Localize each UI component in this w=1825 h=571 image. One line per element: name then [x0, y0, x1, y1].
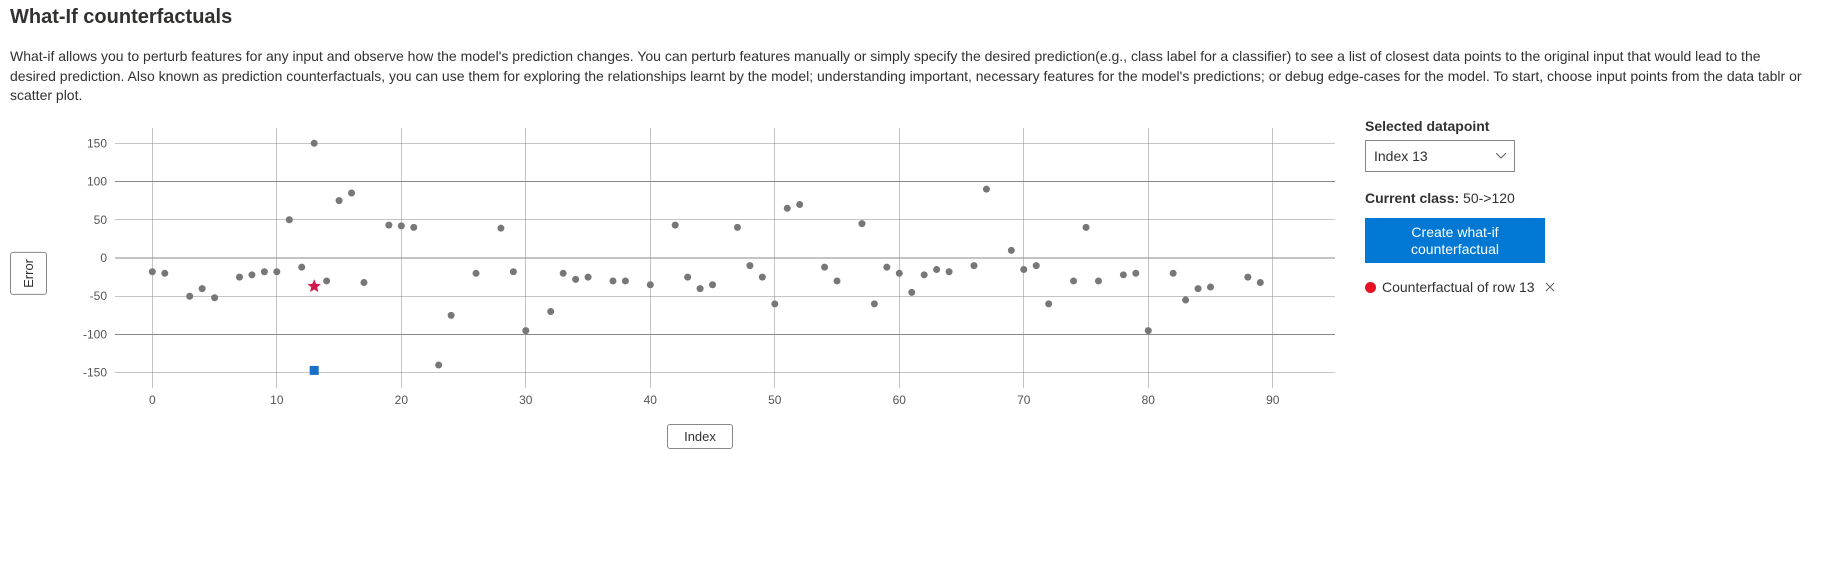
counterfactual-legend-label: Counterfactual of row 13 — [1382, 279, 1535, 295]
page-description: What-if allows you to perturb features f… — [10, 47, 1810, 106]
chart-column: 0102030405060708090-150-100-50050100150 … — [55, 118, 1345, 449]
svg-text:-50: -50 — [90, 289, 108, 303]
legend-dot-icon — [1365, 282, 1376, 293]
svg-text:100: 100 — [87, 174, 107, 188]
svg-text:-100: -100 — [83, 327, 107, 341]
svg-text:80: 80 — [1142, 393, 1156, 407]
svg-text:0: 0 — [149, 393, 156, 407]
current-class: Current class: 50->120 — [1365, 190, 1555, 206]
selected-datapoint-dropdown[interactable]: Index 13 — [1365, 140, 1515, 172]
page-title: What-If counterfactuals — [10, 6, 1815, 29]
svg-text:-150: -150 — [83, 365, 107, 379]
chevron-down-icon — [1496, 150, 1506, 162]
svg-text:60: 60 — [893, 393, 907, 407]
selected-datapoint-label: Selected datapoint — [1365, 118, 1555, 134]
svg-text:50: 50 — [768, 393, 782, 407]
svg-text:10: 10 — [270, 393, 284, 407]
current-class-label: Current class: — [1365, 190, 1459, 206]
scatter-chart[interactable]: 0 10 20 30 40 50 60 70 80 90 -150 -100 -50 0 50 100 150 — [55, 118, 1345, 418]
svg-text:150: 150 — [87, 136, 107, 150]
x-axis-label-button[interactable]: Index — [667, 424, 733, 449]
counterfactual-legend-item[interactable]: Counterfactual of row 13 — [1365, 279, 1555, 295]
svg-text:20: 20 — [395, 393, 409, 407]
svg-text:50: 50 — [94, 213, 108, 227]
y-axis-label-button[interactable]: Error — [10, 252, 47, 295]
current-class-value: 50->120 — [1463, 190, 1515, 206]
svg-text:90: 90 — [1266, 393, 1280, 407]
svg-text:40: 40 — [644, 393, 658, 407]
create-counterfactual-button[interactable]: Create what-if counterfactual — [1365, 218, 1545, 264]
svg-text:30: 30 — [519, 393, 533, 407]
svg-text:0: 0 — [100, 251, 107, 265]
button-line2: counterfactual — [1411, 241, 1499, 257]
side-panel: Selected datapoint Index 13 Current clas… — [1365, 118, 1555, 296]
button-line1: Create what-if — [1411, 224, 1498, 240]
selected-datapoint-value: Index 13 — [1374, 148, 1428, 164]
close-icon[interactable] — [1545, 280, 1555, 295]
svg-text:70: 70 — [1017, 393, 1031, 407]
